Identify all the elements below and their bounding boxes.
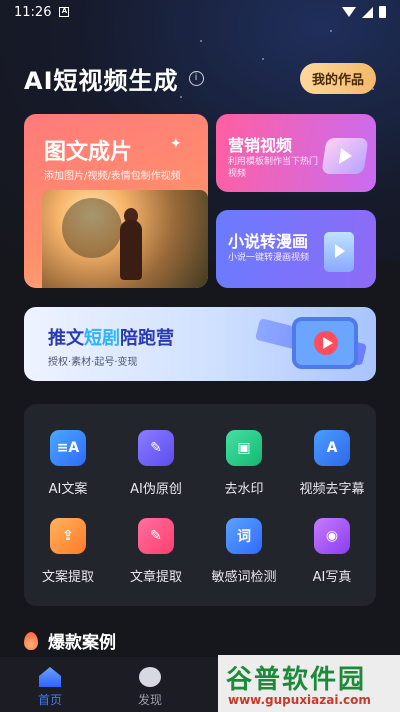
card-title: 营销视频 bbox=[228, 136, 293, 155]
remove-subtitle-icon: A bbox=[310, 426, 350, 466]
play-icon bbox=[321, 138, 369, 174]
sample-photo bbox=[42, 190, 208, 288]
battery-icon bbox=[379, 6, 386, 18]
wifi-icon bbox=[342, 7, 356, 17]
card-subtitle: 利用模板制作当下热门视频 bbox=[228, 157, 319, 179]
status-time: 11:26 bbox=[14, 4, 52, 20]
watermark-url: www.gupuxiazai.com bbox=[228, 693, 371, 707]
novel-to-comic-card[interactable]: 小说转漫画 小说一键转漫画视频 bbox=[216, 210, 376, 288]
notification-a-icon: A bbox=[59, 7, 70, 17]
page-header: AI短视频生成 i 我的作品 bbox=[24, 58, 376, 98]
ai-copywriting-icon: ≡A bbox=[46, 426, 86, 466]
sensitive-words-icon: 词 bbox=[222, 514, 262, 554]
image-text-video-card[interactable]: 图文成片 ✦ 添加图片/视频/表情包制作视频 bbox=[24, 114, 208, 288]
tool-ai-portrait[interactable]: ◉ AI写真 bbox=[288, 492, 376, 585]
discover-icon bbox=[139, 667, 161, 687]
status-bar: 11:26 A bbox=[0, 0, 400, 24]
remove-watermark-icon: ▣ bbox=[222, 426, 262, 466]
sparkle-icon: ✦ bbox=[170, 136, 182, 152]
marketing-video-card[interactable]: 营销视频 利用模板制作当下热门视频 bbox=[216, 114, 376, 192]
section-title: 爆款案例 bbox=[48, 633, 116, 653]
card-title: 小说转漫画 bbox=[228, 232, 309, 251]
text-extract-icon: ⇪ bbox=[46, 514, 86, 554]
tool-remove-watermark[interactable]: ▣ 去水印 bbox=[200, 404, 288, 497]
hot-cases-section: 爆款案例 bbox=[24, 628, 116, 653]
ai-portrait-icon: ◉ bbox=[310, 514, 350, 554]
signal-icon bbox=[362, 6, 373, 18]
ai-rewrite-icon: ✎ bbox=[134, 426, 174, 466]
tool-ai-rewrite[interactable]: ✎ AI伪原创 bbox=[112, 404, 200, 497]
tool-label: 文案提取 bbox=[41, 570, 94, 585]
short-drama-banner[interactable]: 推文短剧陪跑营 授权·素材·起号·变现 bbox=[24, 307, 376, 381]
tool-label: 敏感词检测 bbox=[211, 570, 277, 585]
fire-icon bbox=[24, 631, 38, 650]
watermark-brand: 谷普软件园 bbox=[226, 665, 367, 695]
tool-sensitive-words[interactable]: 词 敏感词检测 bbox=[200, 492, 288, 585]
tv-play-icon bbox=[292, 317, 358, 369]
tool-text-extract[interactable]: ⇪ 文案提取 bbox=[24, 492, 112, 585]
card-subtitle: 添加图片/视频/表情包制作视频 bbox=[44, 171, 181, 182]
info-icon[interactable]: i bbox=[188, 70, 204, 86]
watermark-overlay: 谷普软件园 www.gupuxiazai.com bbox=[218, 655, 400, 712]
tool-remove-subtitle[interactable]: A 视频去字幕 bbox=[288, 404, 376, 497]
tools-panel: ≡A AI文案 ✎ AI伪原创 ▣ 去水印 A 视频去字幕 ⇪ 文案提取 ✎ 文… bbox=[24, 404, 376, 606]
banner-title: 推文短剧陪跑营 bbox=[48, 328, 174, 349]
home-icon bbox=[39, 667, 61, 687]
tool-label: AI写真 bbox=[312, 570, 352, 585]
nav-discover[interactable]: 发现 bbox=[100, 657, 200, 712]
tool-ai-copywriting[interactable]: ≡A AI文案 bbox=[24, 404, 112, 497]
nav-home[interactable]: 首页 bbox=[0, 657, 100, 712]
video-icon bbox=[324, 232, 354, 272]
nav-label: 首页 bbox=[37, 693, 62, 707]
my-works-button[interactable]: 我的作品 bbox=[299, 62, 376, 94]
card-title: 图文成片 bbox=[44, 140, 133, 165]
banner-subtitle: 授权·素材·起号·变现 bbox=[48, 357, 138, 368]
page-title: AI短视频生成 bbox=[24, 66, 179, 95]
nav-label: 发现 bbox=[137, 693, 162, 707]
article-extract-icon: ✎ bbox=[134, 514, 174, 554]
tool-label: 文章提取 bbox=[129, 570, 182, 585]
card-subtitle: 小说一键转漫画视频 bbox=[228, 253, 310, 263]
tool-article-extract[interactable]: ✎ 文章提取 bbox=[112, 492, 200, 585]
